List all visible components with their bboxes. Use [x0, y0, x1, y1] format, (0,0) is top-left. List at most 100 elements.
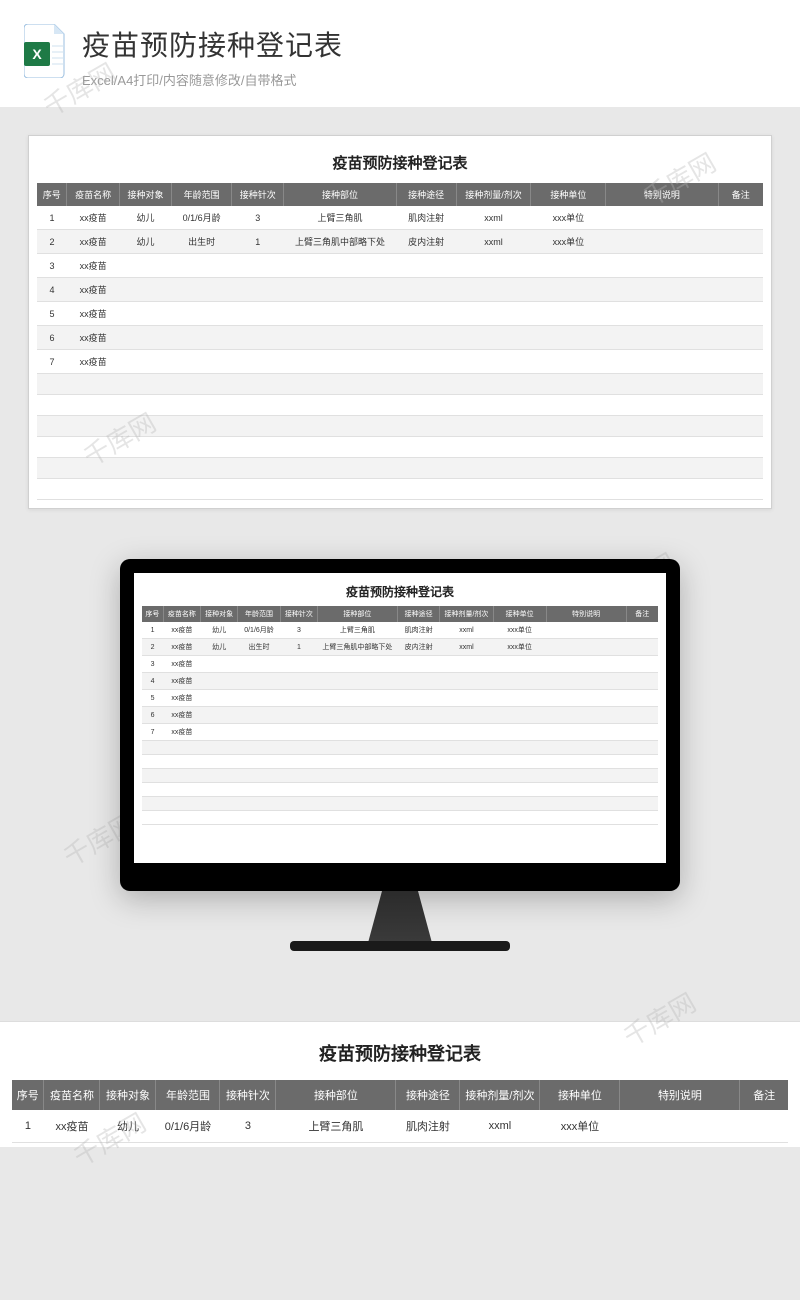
table-cell: xx疫苗: [67, 302, 119, 326]
table-cell: [440, 755, 493, 769]
table-cell: xx疫苗: [163, 639, 200, 656]
table-cell: [606, 230, 718, 254]
table-cell: xxml: [440, 639, 493, 656]
table-cell: 1: [37, 206, 67, 230]
table-row: [142, 783, 658, 797]
excel-file-icon: X: [24, 24, 68, 78]
table-cell: [318, 783, 398, 797]
table-row: [37, 395, 763, 416]
table-cell: xx疫苗: [163, 724, 200, 741]
table-cell: [163, 755, 200, 769]
table-cell: [493, 797, 546, 811]
vaccine-table: 序号疫苗名称接种对象年龄范围接种针次接种部位接种途径接种剂量/剂次接种单位特别说…: [12, 1080, 788, 1143]
table-cell: [172, 374, 232, 395]
sheet-preview-card: 疫苗预防接种登记表 序号疫苗名称接种对象年龄范围接种针次接种部位接种途径接种剂量…: [28, 135, 772, 509]
table-cell: [280, 656, 317, 673]
table-cell: 肌肉注射: [397, 622, 440, 639]
table-cell: 上臂三角肌中部略下处: [318, 639, 398, 656]
table-cell: [232, 326, 284, 350]
table-cell: [397, 656, 440, 673]
table-cell: [238, 741, 281, 755]
table-cell: xx疫苗: [163, 673, 200, 690]
table-cell: [201, 656, 238, 673]
table-cell: [493, 724, 546, 741]
table-cell: [396, 395, 456, 416]
table-cell: [531, 374, 606, 395]
table-cell: [172, 326, 232, 350]
table-cell: [172, 416, 232, 437]
table-cell: [440, 741, 493, 755]
table-cell: [172, 254, 232, 278]
table-cell: [284, 254, 396, 278]
table-cell: [119, 479, 171, 500]
table-cell: [626, 769, 658, 783]
column-header: 接种部位: [318, 606, 398, 622]
table-cell: [626, 673, 658, 690]
sheet-title: 疫苗预防接种登记表: [37, 146, 763, 183]
table-cell: 2: [37, 230, 67, 254]
table-row: [37, 458, 763, 479]
table-cell: [456, 416, 531, 437]
table-cell: [201, 724, 238, 741]
table-cell: [142, 797, 163, 811]
table-row: 1xx疫苗幼儿0/1/6月龄3上臂三角肌肌肉注射xxmlxxx单位: [37, 206, 763, 230]
table-cell: [397, 797, 440, 811]
table-cell: [440, 769, 493, 783]
table-cell: [119, 302, 171, 326]
column-header: 序号: [12, 1080, 44, 1110]
table-cell: [119, 326, 171, 350]
table-cell: [67, 374, 119, 395]
table-cell: [718, 374, 763, 395]
table-cell: [280, 783, 317, 797]
table-cell: 幼儿: [119, 230, 171, 254]
table-cell: [718, 326, 763, 350]
column-header: 接种对象: [201, 606, 238, 622]
table-row: 4xx疫苗: [37, 278, 763, 302]
table-cell: xx疫苗: [163, 707, 200, 724]
column-header: 年龄范围: [238, 606, 281, 622]
table-cell: [318, 690, 398, 707]
table-cell: [232, 374, 284, 395]
table-cell: [67, 437, 119, 458]
table-cell: xxx单位: [493, 639, 546, 656]
table-cell: 1: [12, 1110, 44, 1143]
table-cell: [718, 437, 763, 458]
table-cell: [396, 254, 456, 278]
table-cell: [201, 783, 238, 797]
page-header: X 疫苗预防接种登记表 Excel/A4打印/内容随意修改/自带格式: [0, 0, 800, 107]
table-cell: [238, 690, 281, 707]
table-cell: [456, 395, 531, 416]
table-cell: [606, 458, 718, 479]
table-cell: [606, 302, 718, 326]
table-row: 5xx疫苗: [37, 302, 763, 326]
column-header: 接种对象: [100, 1080, 156, 1110]
table-cell: [440, 690, 493, 707]
table-cell: 幼儿: [201, 639, 238, 656]
table-cell: [201, 797, 238, 811]
table-cell: [37, 374, 67, 395]
table-cell: xx疫苗: [163, 656, 200, 673]
page-title: 疫苗预防接种登记表: [82, 24, 776, 64]
table-cell: [238, 811, 281, 825]
table-cell: [626, 755, 658, 769]
table-cell: [606, 206, 718, 230]
table-cell: [119, 278, 171, 302]
table-cell: [456, 254, 531, 278]
table-cell: [546, 811, 626, 825]
table-cell: [546, 741, 626, 755]
table-cell: [456, 374, 531, 395]
table-cell: [626, 690, 658, 707]
table-cell: [396, 374, 456, 395]
column-header: 序号: [142, 606, 163, 622]
column-header: 接种对象: [119, 183, 171, 206]
table-row: 3xx疫苗: [37, 254, 763, 278]
table-cell: [606, 479, 718, 500]
table-cell: xxx单位: [531, 206, 606, 230]
table-cell: [142, 741, 163, 755]
table-cell: [201, 707, 238, 724]
table-cell: [238, 673, 281, 690]
table-cell: [284, 395, 396, 416]
table-row: 7xx疫苗: [142, 724, 658, 741]
table-cell: [546, 707, 626, 724]
table-cell: [546, 673, 626, 690]
